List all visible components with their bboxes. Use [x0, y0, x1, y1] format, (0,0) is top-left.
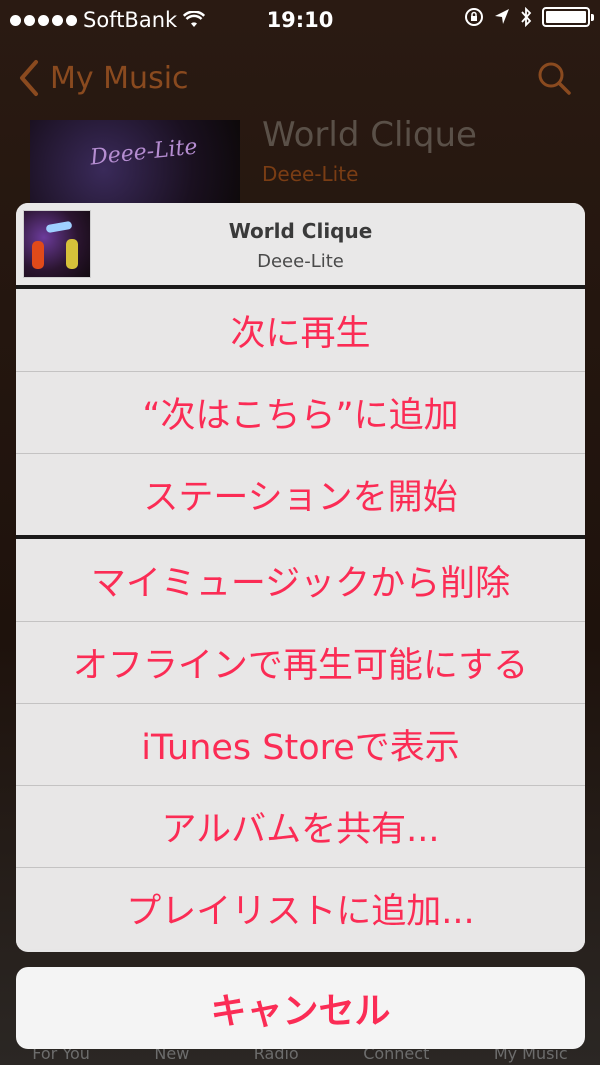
nav-bar: My Music: [0, 52, 600, 108]
location-icon: [495, 9, 509, 24]
action-sheet: World Clique Deee-Lite 次に再生 “次はこちら”に追加 ス…: [16, 203, 585, 952]
action-sheet-subtitle: Deee-Lite: [257, 251, 344, 272]
cancel-button[interactable]: キャンセル: [16, 967, 585, 1049]
album-artist-link: Deee-Lite: [262, 162, 359, 186]
remove-from-my-music-button[interactable]: マイミュージックから削除: [16, 539, 585, 621]
show-in-itunes-store-button[interactable]: iTunes Storeで表示: [16, 703, 585, 785]
status-bar: SoftBank 19:10: [0, 0, 600, 40]
status-icons: [464, 7, 594, 27]
search-icon[interactable]: [536, 60, 572, 96]
action-sheet-title: World Clique: [228, 219, 373, 243]
add-to-playlist-button[interactable]: プレイリストに追加...: [16, 867, 585, 949]
back-button-label: My Music: [50, 60, 189, 96]
share-album-button[interactable]: アルバムを共有...: [16, 785, 585, 867]
action-sheet-header: World Clique Deee-Lite: [16, 203, 585, 285]
action-group-library: マイミュージックから削除 オフラインで再生可能にする iTunes Storeで…: [16, 539, 585, 949]
back-button[interactable]: My Music: [16, 58, 189, 98]
start-station-button[interactable]: ステーションを開始: [16, 453, 585, 535]
add-to-up-next-button[interactable]: “次はこちら”に追加: [16, 371, 585, 453]
album-title: World Clique: [262, 115, 477, 155]
make-available-offline-button[interactable]: オフラインで再生可能にする: [16, 621, 585, 703]
bluetooth-icon: [521, 7, 532, 27]
action-group-queue: 次に再生 “次はこちら”に追加 ステーションを開始: [16, 289, 585, 535]
lock-rotation-icon: [465, 8, 483, 26]
chevron-left-icon: [20, 60, 38, 96]
battery-icon: [542, 7, 594, 27]
play-next-button[interactable]: 次に再生: [16, 289, 585, 371]
